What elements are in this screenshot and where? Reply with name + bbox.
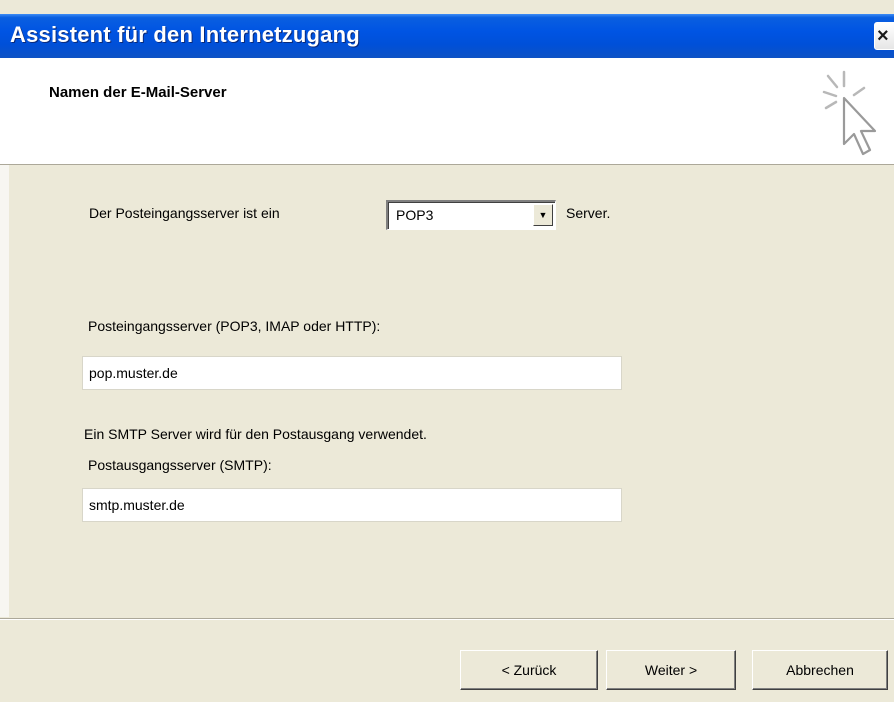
incoming-server-type-select[interactable]: POP3 ▼ — [386, 200, 556, 230]
chevron-down-icon: ▼ — [538, 210, 548, 220]
incoming-server-type-value: POP3 — [396, 207, 434, 223]
wizard-sparkle-cursor-icon — [822, 70, 877, 156]
cancel-button[interactable]: Abbrechen — [752, 650, 888, 690]
wizard-body — [0, 165, 894, 617]
smtp-info-text: Ein SMTP Server wird für den Postausgang… — [84, 426, 427, 442]
incoming-type-prefix-label: Der Posteingangsserver ist ein — [89, 205, 280, 221]
window-title: Assistent für den Internetzugang — [10, 22, 360, 47]
wizard-footer: < Zurück Weiter > Abbrechen — [0, 618, 894, 702]
outgoing-server-input[interactable] — [82, 488, 622, 522]
incoming-type-suffix-label: Server. — [566, 205, 611, 221]
dropdown-arrow-button[interactable]: ▼ — [533, 204, 553, 226]
outgoing-server-label: Postausgangsserver (SMTP): — [88, 457, 272, 473]
incoming-server-label: Posteingangsserver (POP3, IMAP oder HTTP… — [88, 318, 381, 334]
next-button[interactable]: Weiter > — [606, 650, 736, 690]
close-icon: × — [877, 25, 889, 47]
incoming-server-input[interactable] — [82, 356, 622, 390]
wizard-header: Namen der E-Mail-Server — [0, 58, 894, 165]
wizard-window: Assistent für den Internetzugang × Namen… — [0, 0, 894, 702]
close-button[interactable]: × — [874, 22, 894, 50]
page-title: Namen der E-Mail-Server — [49, 84, 227, 101]
title-bar[interactable]: Assistent für den Internetzugang × — [0, 14, 894, 58]
back-button[interactable]: < Zurück — [460, 650, 598, 690]
